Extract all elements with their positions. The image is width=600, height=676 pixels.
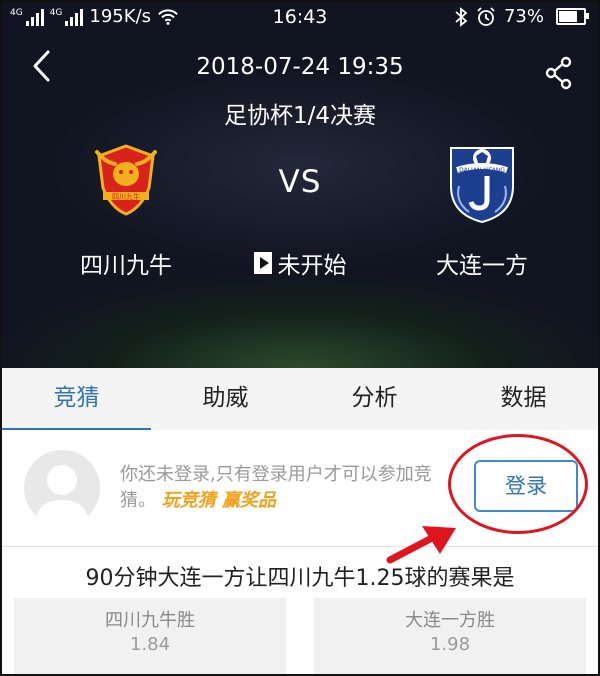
- battery-icon: [556, 8, 589, 25]
- login-prompt: 你还未登录,只有登录用户才可以参加竞猜。 玩竞猜 赢奖品 登录: [2, 430, 598, 547]
- bluetooth-icon: [455, 6, 468, 27]
- away-logo-text: DALIAN YIFANG: [459, 167, 505, 174]
- login-button[interactable]: 登录: [474, 460, 578, 512]
- bet-option-away[interactable]: 大连一方胜 1.98: [314, 598, 586, 674]
- match-datetime: 2018-07-24 19:35: [196, 54, 404, 80]
- tab-bar: 竞猜 助威 分析 数据: [2, 368, 598, 431]
- tab-cheer[interactable]: 助威: [151, 368, 300, 430]
- play-icon: [253, 252, 272, 274]
- bet-option-odds: 1.98: [429, 634, 471, 655]
- away-team-logo: DALIAN YIFANG: [450, 147, 514, 224]
- status-right: 73%: [454, 6, 589, 27]
- app-frame: 4G 4G 195K/s 16:43 73% 2018-07-24 19:35 …: [0, 0, 600, 676]
- match-competition: 足协杯1/4决赛: [223, 103, 376, 129]
- battery-percent: 73%: [503, 6, 544, 27]
- alarm-icon: [477, 6, 495, 26]
- match-header: 4G 4G 195K/s 16:43 73% 2018-07-24 19:35 …: [2, 2, 598, 368]
- bet-option-label: 大连一方胜: [405, 610, 495, 631]
- promo-text: 玩竞猜 赢奖品: [161, 490, 277, 511]
- avatar: [24, 450, 100, 526]
- login-message: 你还未登录,只有登录用户才可以参加竞猜。 玩竞猜 赢奖品: [120, 462, 454, 514]
- match-status: 未开始: [2, 246, 598, 280]
- away-team[interactable]: DALIAN YIFANG 大连一方: [402, 142, 562, 279]
- tab-analysis[interactable]: 分析: [300, 368, 449, 430]
- user-placeholder-icon: [34, 465, 90, 526]
- bet-option-home[interactable]: 四川九牛胜 1.84: [14, 598, 286, 674]
- bet-option-odds: 1.84: [129, 634, 171, 655]
- tab-guess[interactable]: 竞猜: [2, 368, 151, 431]
- status-bar: 4G 4G 195K/s 16:43 73%: [2, 2, 598, 34]
- share-icon[interactable]: [544, 56, 574, 90]
- bet-question: 90分钟大连一方让四川九牛1.25球的赛果是: [85, 566, 515, 591]
- match-status-label: 未开始: [277, 253, 347, 279]
- tab-data[interactable]: 数据: [449, 368, 598, 430]
- bet-option-label: 四川九牛胜: [105, 610, 195, 631]
